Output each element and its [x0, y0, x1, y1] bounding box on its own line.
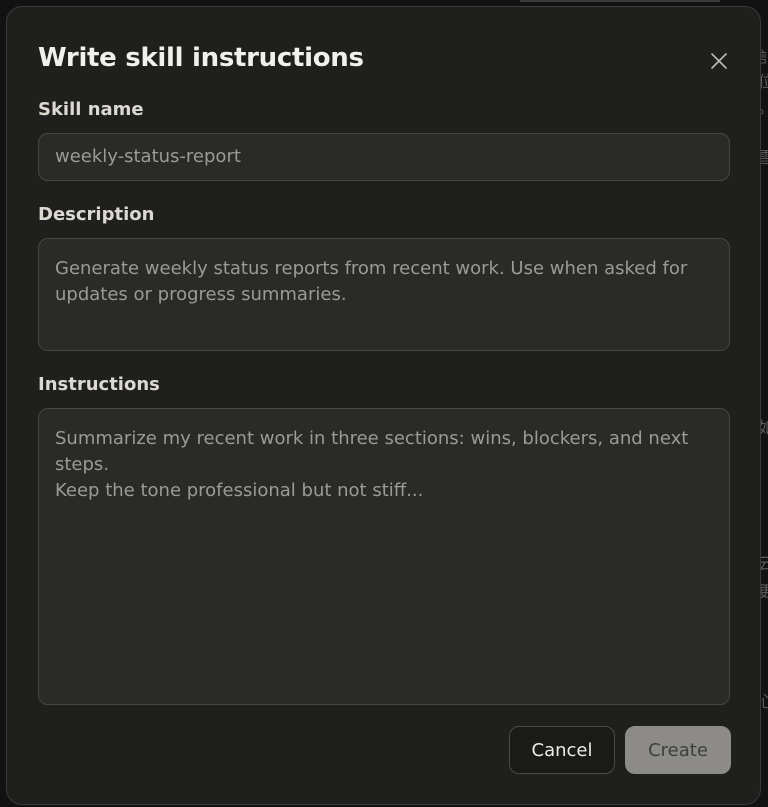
skill-name-label: Skill name: [38, 99, 144, 120]
skill-name-value: weekly-status-report: [55, 146, 241, 167]
instructions-placeholder-line: Keep the tone professional but not stiff…: [55, 480, 424, 501]
close-button[interactable]: [707, 49, 731, 73]
skill-name-input[interactable]: weekly-status-report: [38, 133, 730, 181]
write-skill-dialog: Write skill instructions Skill name week…: [6, 6, 761, 805]
description-placeholder-line: Generate weekly status reports from rece…: [55, 258, 688, 279]
description-placeholder-line: updates or progress summaries.: [55, 284, 347, 305]
description-textarea[interactable]: Generate weekly status reports from rece…: [38, 238, 730, 351]
dialog-title: Write skill instructions: [38, 43, 364, 73]
cancel-button[interactable]: Cancel: [509, 726, 615, 774]
instructions-placeholder-line: Summarize my recent work in three sectio…: [55, 428, 689, 475]
background-divider: [520, 0, 720, 2]
create-button[interactable]: Create: [625, 726, 731, 774]
description-label: Description: [38, 204, 155, 225]
instructions-textarea[interactable]: Summarize my recent work in three sectio…: [38, 408, 730, 705]
instructions-label: Instructions: [38, 374, 160, 395]
close-icon: [711, 53, 727, 69]
